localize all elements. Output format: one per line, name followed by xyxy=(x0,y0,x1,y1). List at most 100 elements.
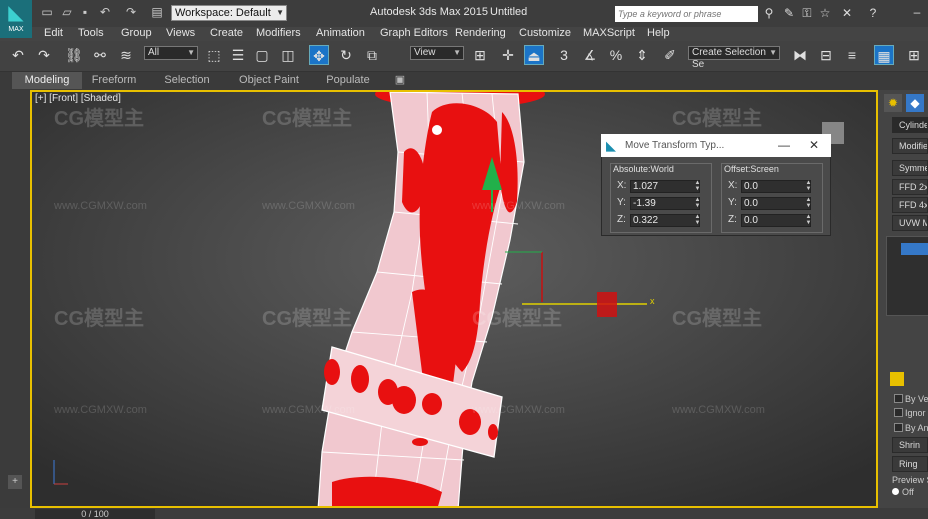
save-icon[interactable]: ▪ xyxy=(78,5,92,19)
redo-icon[interactable]: ↷ xyxy=(34,45,54,65)
angle-snap-icon[interactable]: ∡ xyxy=(580,45,600,65)
project-folder-icon[interactable]: ▤ xyxy=(150,5,164,19)
select-and-rotate-icon[interactable]: ↻ xyxy=(336,45,356,65)
ring-button[interactable]: Ring xyxy=(892,456,928,472)
preview-selection-label: Preview S xyxy=(892,475,928,485)
object-name-field[interactable]: Cylinder00 xyxy=(892,117,928,133)
tab-object-paint[interactable]: Object Paint xyxy=(232,72,306,89)
abs-x-spinner[interactable]: ▲ ▼ xyxy=(694,180,701,193)
reference-coordinate-dropdown[interactable]: View ▼ xyxy=(410,46,464,60)
percent-snap-icon[interactable]: % xyxy=(606,45,626,65)
menu-animation[interactable]: Animation xyxy=(316,27,365,40)
window-crossing-icon[interactable]: ◫ xyxy=(278,45,298,65)
tab-populate[interactable]: Populate xyxy=(318,72,378,89)
search-input[interactable] xyxy=(615,6,758,22)
abs-y-spinner[interactable]: ▲ ▼ xyxy=(694,197,701,210)
close-button[interactable]: ✕ xyxy=(804,137,824,153)
viewport-label[interactable]: [+] [Front] [Shaded] xyxy=(35,93,121,104)
selection-level-icon[interactable] xyxy=(890,372,904,386)
menu-modifiers[interactable]: Modifiers xyxy=(256,27,301,40)
abs-x-input[interactable]: 1.027 xyxy=(630,180,700,193)
stack-item-label: UVW M xyxy=(899,218,928,228)
abs-z-label: Z: xyxy=(617,214,626,225)
rectangular-selection-icon[interactable]: ▢ xyxy=(252,45,272,65)
shrink-label: Shrin xyxy=(899,440,921,450)
open-file-icon[interactable]: ▱ xyxy=(60,5,74,19)
select-manipulate-icon[interactable]: ✛ xyxy=(498,45,518,65)
time-slider[interactable]: 0 / 100 xyxy=(35,509,155,519)
menu-help[interactable]: Help xyxy=(647,27,670,40)
maxscript-listener-button[interactable]: + xyxy=(8,475,22,489)
tab-selection[interactable]: Selection xyxy=(156,72,218,89)
offset-x-spinner[interactable]: ▲ ▼ xyxy=(805,180,812,193)
modify-tab-icon[interactable]: ◆ xyxy=(906,94,924,112)
menu-edit[interactable]: Edit xyxy=(44,27,63,40)
tools-icon[interactable]: ✎ xyxy=(782,6,796,20)
stack-item-ffd2[interactable]: FFD 2x2 xyxy=(892,179,928,195)
workspace-dropdown[interactable]: Workspace: Default ▼ xyxy=(171,5,287,21)
keyboard-shortcut-override-icon[interactable]: ⏏ xyxy=(524,45,544,65)
curve-editor-icon[interactable]: ⊞ xyxy=(904,45,924,65)
minimize-button[interactable]: – xyxy=(906,3,928,21)
align-icon[interactable]: ⊟ xyxy=(816,45,836,65)
menu-rendering[interactable]: Rendering xyxy=(455,27,506,40)
stack-item-ffd4[interactable]: FFD 4x4 xyxy=(892,197,928,213)
menu-customize[interactable]: Customize xyxy=(519,27,571,40)
named-selection-set-dropdown[interactable]: Create Selection Se ▼ xyxy=(688,46,780,70)
tab-modeling[interactable]: Modeling xyxy=(12,72,82,89)
select-by-name-icon[interactable]: ☰ xyxy=(228,45,248,65)
layer-manager-icon[interactable]: ≡ xyxy=(842,45,862,65)
minimize-button[interactable]: — xyxy=(774,137,794,153)
key-icon[interactable]: ⚿ xyxy=(800,6,814,20)
watermark-site: www.CGMXW.com xyxy=(54,404,147,416)
by-angle-checkbox[interactable] xyxy=(894,423,903,432)
offset-z-spinner[interactable]: ▲ ▼ xyxy=(805,214,812,227)
menu-group[interactable]: Group xyxy=(121,27,152,40)
abs-z-spinner[interactable]: ▲ ▼ xyxy=(694,214,701,227)
menu-views[interactable]: Views xyxy=(166,27,195,40)
offset-y-input[interactable]: 0.0 xyxy=(741,197,811,210)
sun-icon[interactable]: ✹ xyxy=(884,94,902,112)
menu-maxscript[interactable]: MAXScript xyxy=(583,27,635,40)
offset-z-input[interactable]: 0.0 xyxy=(741,214,811,227)
unlink-icon[interactable]: ⚯ xyxy=(90,45,110,65)
menu-tools[interactable]: Tools xyxy=(78,27,104,40)
offset-y-spinner[interactable]: ▲ ▼ xyxy=(805,197,812,210)
new-file-icon[interactable]: ▭ xyxy=(40,5,54,19)
undo-icon[interactable]: ↶ xyxy=(98,5,112,19)
spinner-snap-icon[interactable]: ⇕ xyxy=(632,45,652,65)
ignore-backfacing-checkbox[interactable] xyxy=(894,408,903,417)
redo-icon[interactable]: ↷ xyxy=(124,5,138,19)
modifier-list-dropdown[interactable]: Modifier Li xyxy=(892,138,928,154)
tab-freeform[interactable]: Freeform xyxy=(82,72,146,89)
bind-space-warp-icon[interactable]: ≋ xyxy=(116,45,136,65)
binoculars-icon[interactable]: ⚲ xyxy=(762,6,776,20)
modifier-stack-list[interactable] xyxy=(886,236,928,316)
app-menu-button[interactable]: ◣ MAX xyxy=(0,0,32,38)
scene-explorer-icon[interactable]: ▦ xyxy=(874,45,894,65)
ribbon-options-icon[interactable]: ▣ xyxy=(390,72,410,89)
menu-create[interactable]: Create xyxy=(210,27,243,40)
abs-y-input[interactable]: -1.39 xyxy=(630,197,700,210)
stack-item-symmetry[interactable]: Symme xyxy=(892,160,928,176)
abs-z-input[interactable]: 0.322 xyxy=(630,214,700,227)
undo-icon[interactable]: ↶ xyxy=(8,45,28,65)
select-object-icon[interactable]: ⬚ xyxy=(204,45,224,65)
close-search-icon[interactable]: ✕ xyxy=(840,6,854,20)
edit-named-selection-icon[interactable]: ✐ xyxy=(660,45,680,65)
select-link-icon[interactable]: ⛓ xyxy=(64,45,84,65)
menu-graph-editors[interactable]: Graph Editors xyxy=(380,27,448,40)
select-and-scale-icon[interactable]: ⧉ xyxy=(362,45,382,65)
snaps-toggle-icon[interactable]: 3 xyxy=(554,45,574,65)
stack-item-uvw[interactable]: UVW M xyxy=(892,215,928,231)
selection-filter-dropdown[interactable]: All ▼ xyxy=(144,46,198,60)
shrink-button[interactable]: Shrin xyxy=(892,437,928,453)
star-icon[interactable]: ☆ xyxy=(818,6,832,20)
help-icon[interactable]: ? xyxy=(866,6,880,20)
mirror-icon[interactable]: ⧓ xyxy=(790,45,810,65)
off-radio[interactable] xyxy=(892,488,899,495)
by-vertex-checkbox[interactable] xyxy=(894,394,903,403)
offset-x-input[interactable]: 0.0 xyxy=(741,180,811,193)
pivot-center-icon[interactable]: ⊞ xyxy=(470,45,490,65)
select-and-move-icon[interactable]: ✥ xyxy=(309,45,329,65)
